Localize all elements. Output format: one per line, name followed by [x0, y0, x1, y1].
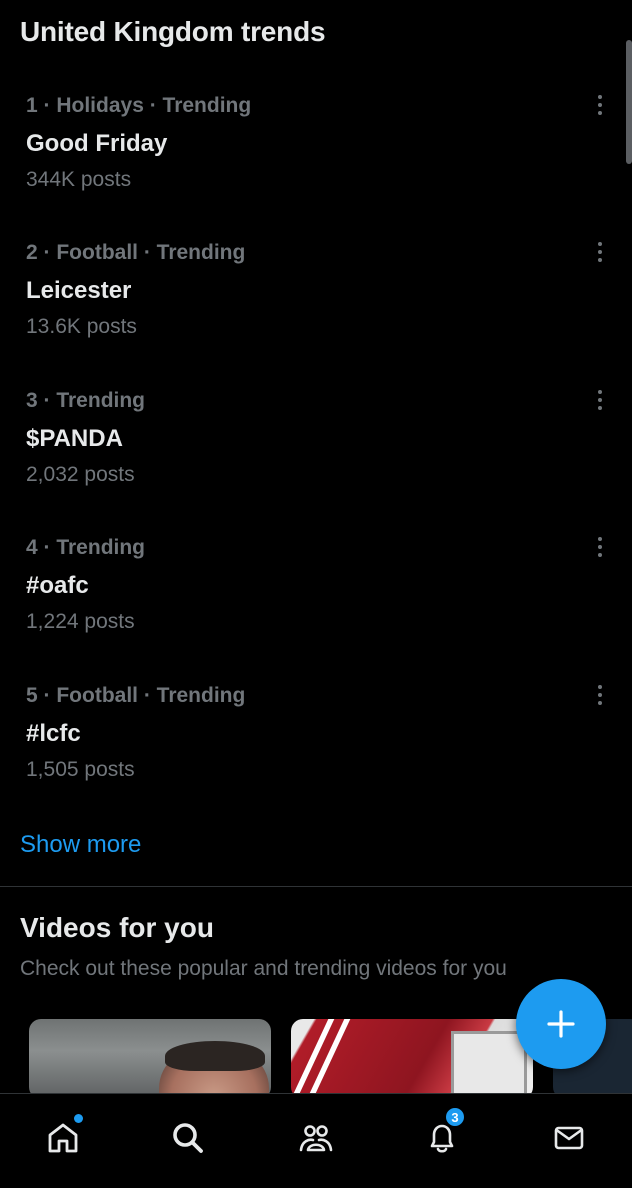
section-divider: [0, 886, 632, 887]
trend-name: #oafc: [26, 572, 89, 599]
messages-icon: [554, 1126, 584, 1150]
more-options-icon[interactable]: [590, 534, 610, 560]
trend-item[interactable]: 2 · Football · Trending Leicester 13.6K …: [0, 241, 632, 389]
trend-item[interactable]: 4 · Trending #oafc 1,224 posts: [0, 536, 632, 684]
more-options-icon[interactable]: [590, 92, 610, 118]
tab-search[interactable]: [166, 1116, 210, 1160]
trend-meta: 1 · Holidays · Trending: [26, 94, 252, 117]
tab-notifications[interactable]: 3: [420, 1106, 466, 1160]
trend-item[interactable]: 1 · Holidays · Trending Good Friday 344K…: [0, 94, 632, 242]
video-thumbnail[interactable]: [29, 1019, 271, 1099]
plus-icon: [547, 1010, 575, 1038]
more-options-icon[interactable]: [590, 239, 610, 265]
compose-post-button[interactable]: [516, 979, 606, 1069]
trend-name: Good Friday: [26, 130, 168, 157]
trend-post-count: 1,224 posts: [26, 610, 135, 633]
trend-meta: 4 · Trending: [26, 536, 146, 559]
trend-name: Leicester: [26, 277, 132, 304]
home-notification-dot: [74, 1114, 83, 1123]
more-options-icon[interactable]: [590, 387, 610, 413]
communities-icon: [299, 1125, 333, 1152]
videos-section-title: Videos for you: [20, 912, 214, 943]
show-more-link[interactable]: Show more: [20, 831, 141, 859]
tab-messages[interactable]: [547, 1116, 591, 1160]
trend-meta: 3 · Trending: [26, 389, 146, 412]
tab-communities[interactable]: [294, 1116, 338, 1160]
trend-meta: 5 · Football · Trending: [26, 684, 246, 707]
trend-post-count: 344K posts: [26, 168, 132, 191]
search-icon: [173, 1123, 203, 1153]
trend-post-count: 2,032 posts: [26, 463, 135, 486]
video-thumbnail[interactable]: [291, 1019, 533, 1099]
trend-post-count: 13.6K posts: [26, 315, 137, 338]
trend-name: #lcfc: [26, 720, 81, 747]
tab-home[interactable]: [41, 1114, 85, 1160]
trend-name: $PANDA: [26, 425, 123, 452]
trend-item[interactable]: 5 · Football · Trending #lcfc 1,505 post…: [0, 684, 632, 832]
trend-post-count: 1,505 posts: [26, 758, 135, 781]
more-options-icon[interactable]: [590, 682, 610, 708]
notification-badge: 3: [444, 1106, 466, 1128]
trend-meta: 2 · Football · Trending: [26, 241, 246, 264]
bottom-tab-bar: 3: [0, 1093, 632, 1188]
home-icon: [48, 1123, 78, 1153]
videos-section-subtitle: Check out these popular and trending vid…: [20, 957, 507, 980]
trend-item[interactable]: 3 · Trending $PANDA 2,032 posts: [0, 389, 632, 537]
section-title: United Kingdom trends: [20, 16, 326, 47]
